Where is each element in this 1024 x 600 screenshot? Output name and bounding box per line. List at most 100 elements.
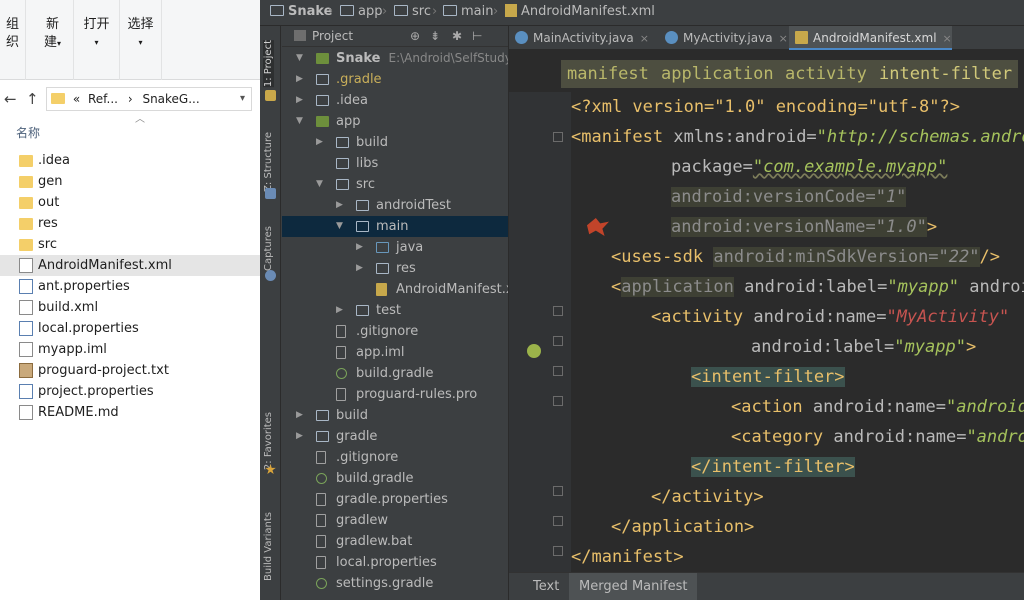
tree-node[interactable]: gradle.properties (282, 489, 508, 510)
breadcrumb-intent-filter[interactable]: intent-filter (873, 60, 1019, 88)
fold-marker[interactable] (553, 132, 563, 142)
project-view-selector[interactable]: Project (294, 29, 353, 43)
file-list-item[interactable]: myapp.iml (0, 339, 260, 360)
layout-icon[interactable]: ⊢ (472, 29, 482, 43)
tree-node[interactable]: AndroidManifest.xml (282, 279, 508, 300)
fold-marker[interactable] (553, 366, 563, 376)
editor-tab[interactable]: MyActivity.java × (659, 26, 788, 50)
file-list-item[interactable]: gen (0, 171, 260, 192)
new-button[interactable]: 新 建▾ (32, 0, 74, 80)
file-list-item[interactable]: src (0, 234, 260, 255)
tool-tab-favorites[interactable]: 2: Favorites (263, 412, 274, 470)
close-icon[interactable]: × (779, 32, 788, 45)
tree-node[interactable]: ▼ main (282, 216, 508, 237)
tree-node[interactable]: ▼ src (282, 174, 508, 195)
tab-text[interactable]: Text (523, 573, 569, 600)
address-bar[interactable]: « Ref... › SnakeG... ▾ (46, 87, 252, 111)
tree-node[interactable]: ▶ .idea (282, 90, 508, 111)
chevron-right-icon[interactable]: ▶ (296, 426, 303, 447)
file-list-item[interactable]: project.properties (0, 381, 260, 402)
gear-icon[interactable]: ✱ (452, 29, 462, 43)
open-button[interactable]: 打开 ▾ (74, 0, 120, 80)
tree-node[interactable]: .gitignore (282, 447, 508, 468)
nav-crumb-src[interactable]: src (394, 4, 431, 19)
select-button[interactable]: 选择 ▾ (120, 0, 162, 80)
tree-node[interactable]: ▶ build (282, 405, 508, 426)
scroll-from-source-icon[interactable]: ⊕ (410, 29, 420, 43)
tree-node[interactable]: proguard-rules.pro (282, 384, 508, 405)
nav-crumb-file[interactable]: AndroidManifest.xml (505, 4, 655, 19)
file-list-item[interactable]: out (0, 192, 260, 213)
editor-tab[interactable]: AndroidManifest.xml × (789, 26, 952, 50)
code-editor[interactable]: <?xml version="1.0" encoding="utf-8"?> <… (571, 92, 1024, 572)
breadcrumb-activity[interactable]: activity (779, 60, 873, 88)
tree-node[interactable]: gradlew.bat (282, 531, 508, 552)
breadcrumb-manifest[interactable]: manifest (561, 60, 655, 88)
tree-node[interactable]: local.properties (282, 552, 508, 573)
chevron-down-icon[interactable]: ▼ (316, 174, 323, 195)
address-part[interactable]: SnakeG... (142, 92, 199, 106)
breadcrumb-application[interactable]: application (655, 60, 780, 88)
android-gutter-icon[interactable] (527, 344, 541, 358)
chevron-down-icon[interactable]: ▼ (296, 111, 303, 132)
nav-crumb-snake[interactable]: Snake (270, 4, 333, 19)
fold-marker[interactable] (553, 546, 563, 556)
tree-node[interactable]: ▶ gradle (282, 426, 508, 447)
tool-tab-build-variants[interactable]: Build Variants (263, 512, 274, 581)
fold-marker[interactable] (553, 336, 563, 346)
fold-marker[interactable] (553, 486, 563, 496)
chevron-right-icon[interactable]: ▶ (296, 405, 303, 426)
chevron-down-icon[interactable]: ▾ (240, 88, 245, 110)
back-button[interactable]: ← (4, 90, 17, 108)
tree-node[interactable]: libs (282, 153, 508, 174)
close-icon[interactable]: × (640, 32, 649, 45)
file-list-item[interactable]: README.md (0, 402, 260, 423)
tool-tab-project[interactable]: 1: Project (263, 40, 274, 88)
chevron-right-icon[interactable]: ▶ (356, 237, 363, 258)
tree-node[interactable]: ▼ SnakeE:\Android\SelfStudy\Snake (282, 48, 508, 69)
fold-marker[interactable] (553, 396, 563, 406)
file-list-item[interactable]: ant.properties (0, 276, 260, 297)
tree-node[interactable]: ▶ androidTest (282, 195, 508, 216)
editor-tab[interactable]: MainActivity.java × (509, 26, 649, 50)
fold-marker[interactable] (553, 306, 563, 316)
chevron-right-icon[interactable]: ▶ (296, 69, 303, 90)
organize-button[interactable]: 组织 (0, 0, 26, 80)
column-header-name[interactable]: 名称 (16, 124, 40, 141)
file-list-item[interactable]: .idea (0, 150, 260, 171)
tree-node[interactable]: settings.gradle (282, 573, 508, 594)
tree-node[interactable]: app.iml (282, 342, 508, 363)
chevron-right-icon[interactable]: ▶ (336, 300, 343, 321)
tool-tab-structure[interactable]: Z: Structure (263, 132, 274, 192)
chevron-right-icon[interactable]: ▶ (296, 90, 303, 111)
nav-crumb-app[interactable]: app (340, 4, 382, 19)
tree-node[interactable]: ▶ java (282, 237, 508, 258)
tree-node[interactable]: .gitignore (282, 321, 508, 342)
chevron-right-icon[interactable]: ▶ (356, 258, 363, 279)
tree-node[interactable]: build.gradle (282, 468, 508, 489)
file-list-item[interactable]: AndroidManifest.xml (0, 255, 260, 276)
tab-merged-manifest[interactable]: Merged Manifest (569, 573, 698, 600)
chevron-down-icon[interactable]: ▼ (336, 216, 343, 237)
address-part[interactable]: Ref... (88, 92, 118, 106)
file-list-item[interactable]: proguard-project.txt (0, 360, 260, 381)
file-list-item[interactable]: build.xml (0, 297, 260, 318)
collapse-all-icon[interactable]: ⇟ (430, 29, 440, 43)
chevron-right-icon[interactable]: ▶ (336, 195, 343, 216)
tree-node[interactable]: ▶ test (282, 300, 508, 321)
file-list-item[interactable]: local.properties (0, 318, 260, 339)
tree-node[interactable]: ▶ .gradle (282, 69, 508, 90)
close-icon[interactable]: × (943, 32, 952, 45)
tree-node[interactable]: ▶ res (282, 258, 508, 279)
fold-marker[interactable] (553, 516, 563, 526)
chevron-right-icon[interactable]: ▶ (316, 132, 323, 153)
tool-tab-captures[interactable]: Captures (263, 226, 274, 271)
tree-node[interactable]: build.gradle (282, 363, 508, 384)
nav-crumb-main[interactable]: main (443, 4, 493, 19)
chevron-down-icon[interactable]: ▼ (296, 48, 303, 69)
up-button[interactable]: ↑ (26, 90, 39, 108)
file-list-item[interactable]: res (0, 213, 260, 234)
tree-node[interactable]: ▼ app (282, 111, 508, 132)
tree-node[interactable]: ▶ build (282, 132, 508, 153)
tree-node[interactable]: gradlew (282, 510, 508, 531)
